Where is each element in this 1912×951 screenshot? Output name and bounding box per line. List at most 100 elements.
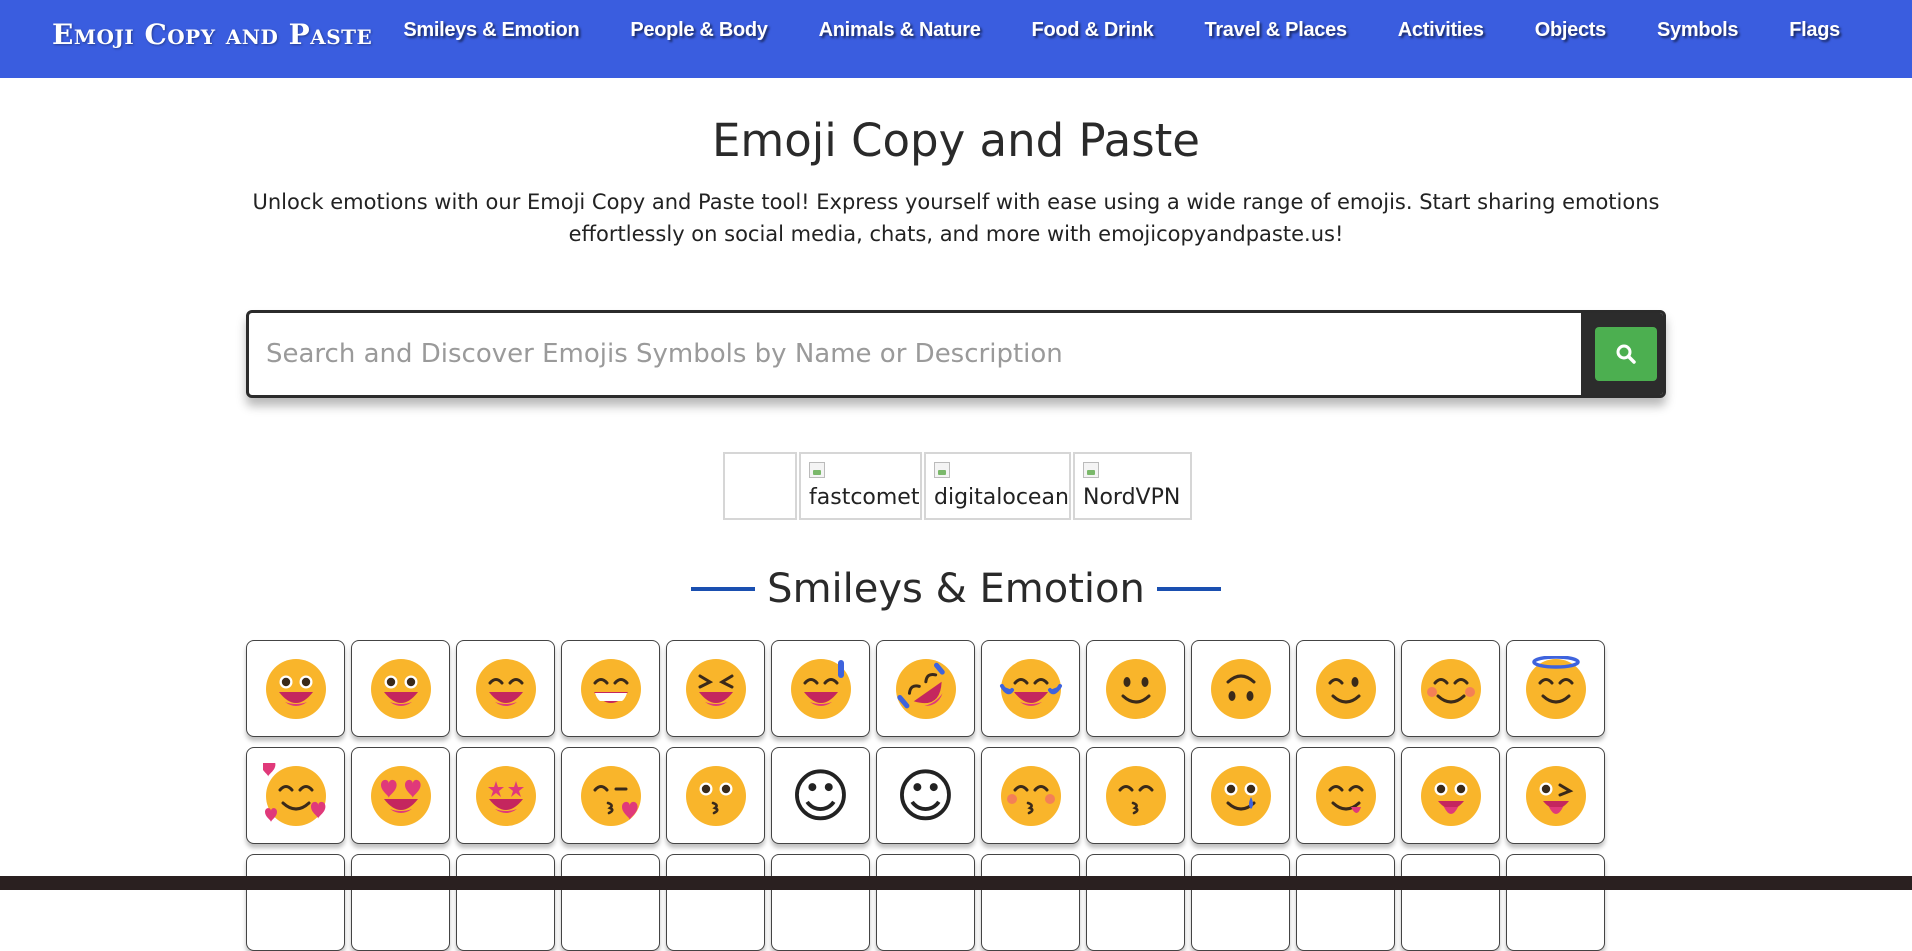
emoji-tile[interactable] bbox=[1191, 854, 1290, 951]
winking-face-icon bbox=[1315, 658, 1376, 719]
emoji-tile[interactable] bbox=[1401, 854, 1500, 951]
emoji-tile-grinning-face-with-sweat[interactable] bbox=[771, 640, 870, 737]
sponsor-label: fastcomet bbox=[809, 485, 920, 510]
slightly-smiling-face-icon bbox=[1105, 658, 1166, 719]
emoji-tile-star-struck[interactable] bbox=[456, 747, 555, 844]
page-title: Emoji Copy and Paste bbox=[712, 114, 1200, 167]
emoji-tile[interactable] bbox=[456, 854, 555, 951]
emoji-tile-face-savoring-food[interactable] bbox=[1296, 747, 1395, 844]
emoji-tile-smiling-face-with-halo[interactable] bbox=[1506, 640, 1605, 737]
nav-food-drink[interactable]: Food & Drink bbox=[1032, 19, 1154, 42]
smiling-face-with-tear-icon bbox=[1210, 765, 1271, 826]
grinning-face-icon bbox=[265, 658, 326, 719]
search-bar bbox=[246, 310, 1666, 398]
emoji-tile-smiling-face-with-tear[interactable] bbox=[1191, 747, 1290, 844]
rolling-on-the-floor-laughing-icon bbox=[895, 658, 956, 719]
emoji-tile[interactable] bbox=[1506, 854, 1605, 951]
sponsor-label: digitalocean bbox=[934, 485, 1069, 510]
face-with-tongue-icon bbox=[1420, 765, 1481, 826]
nav-smileys-emotion[interactable]: Smileys & Emotion bbox=[403, 19, 579, 42]
emoji-tile-beaming-face-with-smiling-eyes[interactable] bbox=[561, 640, 660, 737]
emoji-tile-grinning-face-with-smiling-eyes[interactable] bbox=[456, 640, 555, 737]
emoji-tile-face-with-tears-of-joy[interactable] bbox=[981, 640, 1080, 737]
kissing-face-icon bbox=[685, 765, 746, 826]
sponsor-fastcomet[interactable]: fastcomet bbox=[799, 452, 922, 520]
emoji-tile-kissing-face-with-closed-eyes[interactable] bbox=[981, 747, 1080, 844]
emoji-tile-white-smiling-face[interactable]: ☺ bbox=[876, 747, 975, 844]
emoji-tile-smiling-face-with-smiling-eyes[interactable] bbox=[1401, 640, 1500, 737]
emoji-tile-grinning-face[interactable] bbox=[246, 640, 345, 737]
search-button[interactable] bbox=[1595, 327, 1657, 381]
top-navigation-bar: Emoji Copy and Paste Smileys & Emotion P… bbox=[0, 0, 1912, 78]
kissing-face-with-closed-eyes-icon bbox=[1000, 765, 1061, 826]
emoji-tile-rolling-on-the-floor-laughing[interactable] bbox=[876, 640, 975, 737]
emoji-tile-smiling-face-with-heart-eyes[interactable] bbox=[351, 747, 450, 844]
nav-animals-nature[interactable]: Animals & Nature bbox=[819, 19, 981, 42]
site-logo[interactable]: Emoji Copy and Paste bbox=[52, 18, 372, 51]
grinning-face-with-sweat-icon bbox=[790, 658, 851, 719]
emoji-tile-upside-down-face[interactable] bbox=[1191, 640, 1290, 737]
emoji-tile-face-with-tongue[interactable] bbox=[1401, 747, 1500, 844]
emoji-tile-face-blowing-a-kiss[interactable] bbox=[561, 747, 660, 844]
sponsor-blank[interactable] bbox=[723, 452, 797, 520]
sponsor-label: NordVPN bbox=[1083, 485, 1181, 510]
emoji-tile-smiling-face-with-hearts[interactable] bbox=[246, 747, 345, 844]
face-with-tears-of-joy-icon bbox=[999, 658, 1062, 719]
face-savoring-food-icon bbox=[1315, 765, 1376, 826]
grinning-squinting-face-icon bbox=[685, 658, 746, 719]
white-smiling-face-glyph: ☺ bbox=[790, 761, 851, 830]
emoji-tile-kissing-face-with-smiling-eyes[interactable] bbox=[1086, 747, 1185, 844]
emoji-tile[interactable] bbox=[561, 854, 660, 951]
emoji-tile[interactable] bbox=[981, 854, 1080, 951]
emoji-tile[interactable] bbox=[1086, 854, 1185, 951]
emoji-grid: ☺ ☺ bbox=[246, 640, 1605, 951]
emoji-tile-grinning-squinting-face[interactable] bbox=[666, 640, 765, 737]
emoji-tile-winking-face-with-tongue[interactable] bbox=[1506, 747, 1605, 844]
white-smiling-face-glyph: ☺ bbox=[895, 761, 956, 830]
search-icon bbox=[1616, 344, 1636, 364]
broken-image-icon bbox=[809, 462, 825, 478]
emoji-tile[interactable] bbox=[771, 854, 870, 951]
broken-image-icon bbox=[1083, 462, 1099, 478]
grinning-face-with-smiling-eyes-icon bbox=[475, 658, 536, 719]
sponsor-strip: fastcomet digitalocean NordVPN bbox=[723, 452, 1194, 520]
section-heading: Smileys & Emotion bbox=[0, 566, 1912, 612]
emoji-tile-white-smiling-face[interactable]: ☺ bbox=[771, 747, 870, 844]
kissing-face-with-smiling-eyes-icon bbox=[1105, 765, 1166, 826]
section-title: Smileys & Emotion bbox=[767, 566, 1145, 612]
broken-image-icon bbox=[934, 462, 950, 478]
search-button-wrap bbox=[1581, 313, 1663, 395]
category-nav: Smileys & Emotion People & Body Animals … bbox=[403, 0, 1840, 60]
smiling-face-with-halo-icon bbox=[1525, 655, 1586, 719]
smiling-face-with-heart-eyes-icon bbox=[370, 765, 431, 826]
search-input[interactable] bbox=[249, 313, 1581, 395]
upside-down-face-icon bbox=[1210, 658, 1271, 719]
emoji-tile[interactable] bbox=[1296, 854, 1395, 951]
nav-flags[interactable]: Flags bbox=[1789, 19, 1840, 42]
smiling-face-with-hearts-icon bbox=[262, 762, 326, 826]
nav-objects[interactable]: Objects bbox=[1535, 19, 1607, 42]
heading-rule-left bbox=[691, 587, 756, 591]
nav-activities[interactable]: Activities bbox=[1398, 19, 1484, 42]
heading-rule-right bbox=[1156, 587, 1221, 591]
emoji-tile-winking-face[interactable] bbox=[1296, 640, 1395, 737]
emoji-tile[interactable] bbox=[246, 854, 345, 951]
emoji-tile-grinning-face-with-big-eyes[interactable] bbox=[351, 640, 450, 737]
nav-symbols[interactable]: Symbols bbox=[1657, 19, 1739, 42]
nav-people-body[interactable]: People & Body bbox=[630, 19, 768, 42]
emoji-tile[interactable] bbox=[876, 854, 975, 951]
sponsor-digitalocean[interactable]: digitalocean bbox=[924, 452, 1071, 520]
sponsor-nordvpn[interactable]: NordVPN bbox=[1073, 452, 1192, 520]
nav-travel-places[interactable]: Travel & Places bbox=[1205, 19, 1348, 42]
star-struck-icon bbox=[475, 765, 536, 826]
bottom-overlay-bar bbox=[0, 876, 1912, 890]
emoji-tile-kissing-face[interactable] bbox=[666, 747, 765, 844]
emoji-tile[interactable] bbox=[351, 854, 450, 951]
face-blowing-a-kiss-icon bbox=[580, 765, 641, 826]
emoji-tile[interactable] bbox=[666, 854, 765, 951]
winking-face-with-tongue-icon bbox=[1525, 765, 1586, 826]
intro-text: Unlock emotions with our Emoji Copy and … bbox=[252, 190, 1660, 246]
smiling-face-with-smiling-eyes-icon bbox=[1420, 658, 1481, 719]
emoji-tile-slightly-smiling-face[interactable] bbox=[1086, 640, 1185, 737]
beaming-face-with-smiling-eyes-icon bbox=[580, 658, 641, 719]
